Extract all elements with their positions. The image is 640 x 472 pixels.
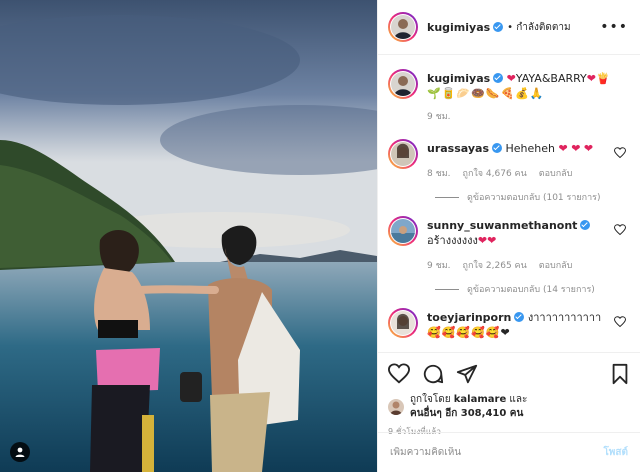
comment-time[interactable]: 9 ชม. bbox=[427, 258, 451, 272]
comment-emojis: 🥰🥰🥰🥰🥰❤ bbox=[427, 326, 511, 339]
user-tag-icon[interactable] bbox=[10, 442, 30, 462]
commenter-avatar[interactable] bbox=[388, 216, 418, 246]
comment-like-heart-icon[interactable] bbox=[614, 224, 626, 236]
post-photo[interactable] bbox=[0, 0, 377, 472]
verified-badge-icon bbox=[580, 220, 591, 230]
instagram-post: kugimiyas • กำลังติดตาม ••• kugimiyas ❤Y… bbox=[0, 0, 640, 472]
heart-emoji-icon: ❤ bbox=[506, 72, 516, 85]
liker-avatar[interactable] bbox=[388, 399, 404, 415]
comment-username[interactable]: urassayas bbox=[427, 142, 489, 155]
comment-time[interactable]: 8 ชม. bbox=[427, 166, 451, 180]
add-comment-input[interactable] bbox=[390, 447, 604, 458]
replies-divider bbox=[435, 288, 459, 290]
likes-text: ถูกใจโดย kalamare และ คนอื่นๆ อีก 308,41… bbox=[410, 393, 527, 421]
replies-divider bbox=[435, 196, 459, 198]
likes-summary: ถูกใจโดย kalamare และ คนอื่นๆ อีก 308,41… bbox=[388, 393, 630, 421]
like-heart-icon[interactable] bbox=[388, 363, 410, 385]
more-dots-icon[interactable]: ••• bbox=[600, 20, 628, 34]
comment-bubble-icon[interactable] bbox=[422, 363, 444, 385]
commenter-avatar[interactable] bbox=[388, 139, 418, 169]
caption-time[interactable]: 9 ชม. bbox=[427, 109, 451, 123]
photo-illustration bbox=[0, 0, 377, 472]
fries-emoji-icon: 🍟 bbox=[596, 72, 610, 85]
others-prefix: คนอื่นๆ อีก bbox=[410, 408, 458, 419]
comment-text: งาาาาาาาาาาา bbox=[527, 311, 602, 324]
comment-likes[interactable]: ถูกใจ 4,676 คน bbox=[463, 166, 527, 180]
comment-like-heart-icon[interactable] bbox=[614, 316, 626, 328]
caption-username[interactable]: kugimiyas bbox=[427, 72, 490, 85]
post-side-panel: kugimiyas • กำลังติดตาม ••• kugimiyas ❤Y… bbox=[377, 0, 640, 472]
comment-username[interactable]: toeyjarinporn bbox=[427, 311, 511, 324]
others-suffix: คน bbox=[509, 408, 524, 419]
others-link[interactable]: คนอื่นๆ อีก 308,410 คน bbox=[410, 408, 523, 419]
heart-emoji-icon: ❤ bbox=[586, 72, 596, 85]
comment-hearts: ❤❤ bbox=[477, 234, 497, 247]
view-replies-button[interactable]: ดูข้อความตอบกลับ (101 รายการ) bbox=[435, 190, 626, 204]
liked-by-prefix: ถูกใจโดย bbox=[410, 394, 451, 405]
comment-like-heart-icon[interactable] bbox=[614, 147, 626, 159]
comment-likes[interactable]: ถูกใจ 2,265 คน bbox=[463, 258, 527, 272]
share-plane-icon[interactable] bbox=[456, 363, 478, 385]
action-icons bbox=[388, 361, 630, 387]
caption-emojis: 🌱🥫🥟🍩🌭🍕💰🙏 bbox=[427, 87, 545, 100]
comment-text: Heheheh bbox=[505, 142, 556, 155]
comment-item: sunny_suwanmethanont อร้างงงงงง❤❤ 9 ชม. … bbox=[388, 216, 626, 272]
reply-button[interactable]: ตอบกลับ bbox=[539, 166, 573, 180]
view-replies-button[interactable]: ดูข้อความตอบกลับ (14 รายการ) bbox=[435, 282, 626, 296]
post-comment-button[interactable]: โพสต์ bbox=[603, 445, 628, 460]
view-replies-label: ดูข้อความตอบกลับ (14 รายการ) bbox=[467, 285, 595, 295]
reply-button[interactable]: ตอบกลับ bbox=[539, 258, 573, 272]
comment-username[interactable]: sunny_suwanmethanont bbox=[427, 219, 577, 232]
comment-hearts: ❤ ❤ ❤ bbox=[558, 142, 594, 155]
author-username[interactable]: kugimiyas bbox=[427, 21, 490, 34]
commenter-avatar[interactable] bbox=[388, 308, 418, 338]
others-count: 308,410 bbox=[460, 408, 507, 419]
verified-badge-icon bbox=[514, 312, 525, 322]
comments-list: kugimiyas ❤YAYA&BARRY❤🍟 🌱🥫🥟🍩🌭🍕💰🙏 9 ชม. u… bbox=[378, 55, 640, 352]
verified-badge-icon bbox=[493, 22, 504, 32]
liked-by-user[interactable]: kalamare bbox=[454, 394, 506, 405]
comment-item: toeyjarinporn งาาาาาาาาาาา 🥰🥰🥰🥰🥰❤ bbox=[388, 308, 626, 340]
comment-text: อร้างงงงงง bbox=[427, 234, 478, 247]
verified-badge-icon bbox=[493, 73, 504, 83]
comment-item: urassayas Heheheh ❤ ❤ ❤ 8 ชม. ถูกใจ 4,67… bbox=[388, 139, 626, 180]
author-avatar[interactable] bbox=[388, 12, 418, 42]
view-replies-label: ดูข้อความตอบกลับ (101 รายการ) bbox=[467, 193, 601, 203]
save-bookmark-icon[interactable] bbox=[610, 363, 630, 385]
verified-badge-icon bbox=[492, 143, 502, 153]
following-status[interactable]: • กำลังติดตาม bbox=[507, 20, 570, 35]
liked-by-and: และ bbox=[509, 394, 528, 405]
add-comment-bar: โพสต์ bbox=[378, 432, 640, 472]
caption: kugimiyas ❤YAYA&BARRY❤🍟 🌱🥫🥟🍩🌭🍕💰🙏 9 ชม. bbox=[388, 69, 626, 123]
post-header: kugimiyas • กำลังติดตาม ••• bbox=[378, 0, 640, 55]
caption-avatar[interactable] bbox=[388, 69, 418, 99]
caption-text: YAYA&BARRY bbox=[515, 72, 587, 85]
